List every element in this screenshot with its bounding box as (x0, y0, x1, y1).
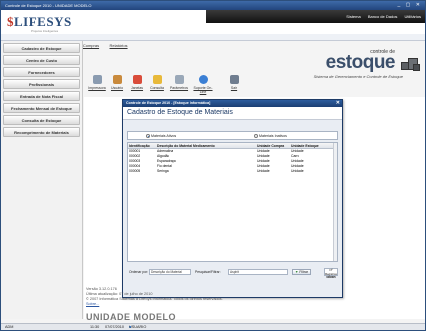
main-window: Controle de Estoque 2010 - UNIDADE MODEL… (0, 0, 426, 331)
lifesys-logo: $LIFESYS (7, 14, 72, 29)
window-controls[interactable]: _ ▢ ✕ (398, 1, 422, 10)
status-date: 07/07/2010 (105, 325, 125, 329)
unit-name: UNIDADE MODELO (86, 312, 176, 322)
radio-ativos[interactable]: Materiais Ativos (146, 134, 176, 139)
tool-parametros[interactable]: Parâmetros (169, 75, 189, 90)
menu-relatorios[interactable]: Relatórios (104, 42, 128, 49)
radio-inativos[interactable]: Materiais Inativos (254, 134, 287, 139)
close-icon[interactable]: ✕ (336, 100, 340, 107)
dialog-title: Controle de Estoque 2010 - [Estoque Info… (126, 101, 211, 105)
top-link-bar: Sistema Banco de Dados Utilitários (206, 10, 425, 23)
version-info: Versão 3.12.0.176 Última atualização: 07… (86, 287, 223, 307)
dialog-heading: Cadastro de Estoque de Materiais (123, 107, 342, 120)
boxes-icon (399, 56, 421, 74)
status-filter: Materiais Ativos Materiais Inativos (127, 131, 338, 140)
support-icon (198, 75, 208, 84)
tool-suporte[interactable]: Suporte On-Line (193, 75, 213, 94)
brand-word: estoque (325, 52, 396, 73)
filter-icon: ▼ (295, 270, 299, 274)
dialog-titlebar: Controle de Estoque 2010 - [Estoque Info… (123, 100, 342, 107)
status-time: 11:30 (90, 325, 100, 329)
tool-consulta[interactable]: Consulta (147, 75, 167, 90)
order-select[interactable]: Descrição do Material (149, 269, 191, 275)
sidebar-item-consulta[interactable]: Consulta de Estoque (3, 115, 80, 125)
tool-janelas[interactable]: Janelas (127, 75, 147, 90)
top-link-sistema[interactable]: Sistema (346, 14, 360, 19)
about-link[interactable]: Sobre... (86, 302, 223, 307)
tool-usuario[interactable]: Usuário (107, 75, 127, 90)
menu-bar: Arquivo Estoque Materiais Compras Relató… (1, 34, 425, 48)
window-titlebar: Controle de Estoque 2010 - UNIDADE MODEL… (1, 1, 425, 10)
settings-icon (174, 75, 184, 84)
filter-button[interactable]: ▼ Filtrar (292, 269, 311, 275)
tool-sair[interactable]: Sair (224, 75, 244, 90)
table-row[interactable]: 000005 Seringa Unidade Unidade (128, 169, 337, 174)
exit-icon (229, 75, 239, 84)
sidebar-item-recomprimento[interactable]: Recomprimento de Materiais (3, 127, 80, 137)
sidebar-item-fornecedores[interactable]: Fornecedores (3, 67, 80, 77)
dialog-toolbar: Incluir Editar Atualizar Imprimir Export… (123, 120, 342, 138)
search-bar: Ordenar por: Descrição do Material Pesqu… (127, 268, 338, 279)
top-link-utilitarios[interactable]: Utilitários (405, 14, 421, 19)
logo-subtitle: Projetos Inteligentes (31, 29, 59, 33)
sidebar-item-entrada-nota[interactable]: Entrada de Nota Fiscal (3, 91, 80, 101)
order-label: Ordenar por: (129, 270, 149, 274)
copyright-text: © 2007 Informática Sistemas a LifeSys In… (86, 297, 223, 301)
brand-banner: controle de estoque Sistema de Gerenciam… (259, 41, 425, 79)
sidebar-item-fechamento[interactable]: Fechamento Mensal de Estoque (3, 103, 80, 113)
window-title: Controle de Estoque 2010 - UNIDADE MODEL… (5, 3, 92, 8)
status-bar: ADM 11:30 07/07/2010 ■ USUARIO (1, 323, 425, 330)
users-icon (112, 75, 122, 84)
search-input[interactable]: Aspirit (228, 269, 288, 275)
record-count: Nº Registros 000005 (324, 268, 338, 279)
cadastro-dialog: Controle de Estoque 2010 - [Estoque Info… (122, 99, 343, 298)
materials-table[interactable]: Identificação Descrição do Material Medi… (127, 142, 338, 262)
top-link-banco[interactable]: Banco de Dados (368, 14, 398, 19)
sidebar-item-cadastro-estoque[interactable]: Cadastro de Estoque (3, 43, 80, 53)
sidebar-item-profissionais[interactable]: Profissionais (3, 79, 80, 89)
search-icon (152, 75, 162, 84)
tool-impressora[interactable]: Impressora (87, 75, 107, 90)
windows-icon (132, 75, 142, 84)
brand-subtitle: Sistema de Gerenciamento e Controle de E… (313, 74, 403, 79)
table-scrollbar[interactable] (333, 143, 337, 261)
printer-icon (92, 75, 102, 84)
status-user: ADM (5, 325, 14, 329)
search-label: Pesquisar/Filtrar: (195, 270, 221, 274)
sidebar-item-centro-custo[interactable]: Centro de Custo (3, 55, 80, 65)
sidebar: Cadastro de Estoque Centro de Custo Forn… (1, 41, 83, 319)
